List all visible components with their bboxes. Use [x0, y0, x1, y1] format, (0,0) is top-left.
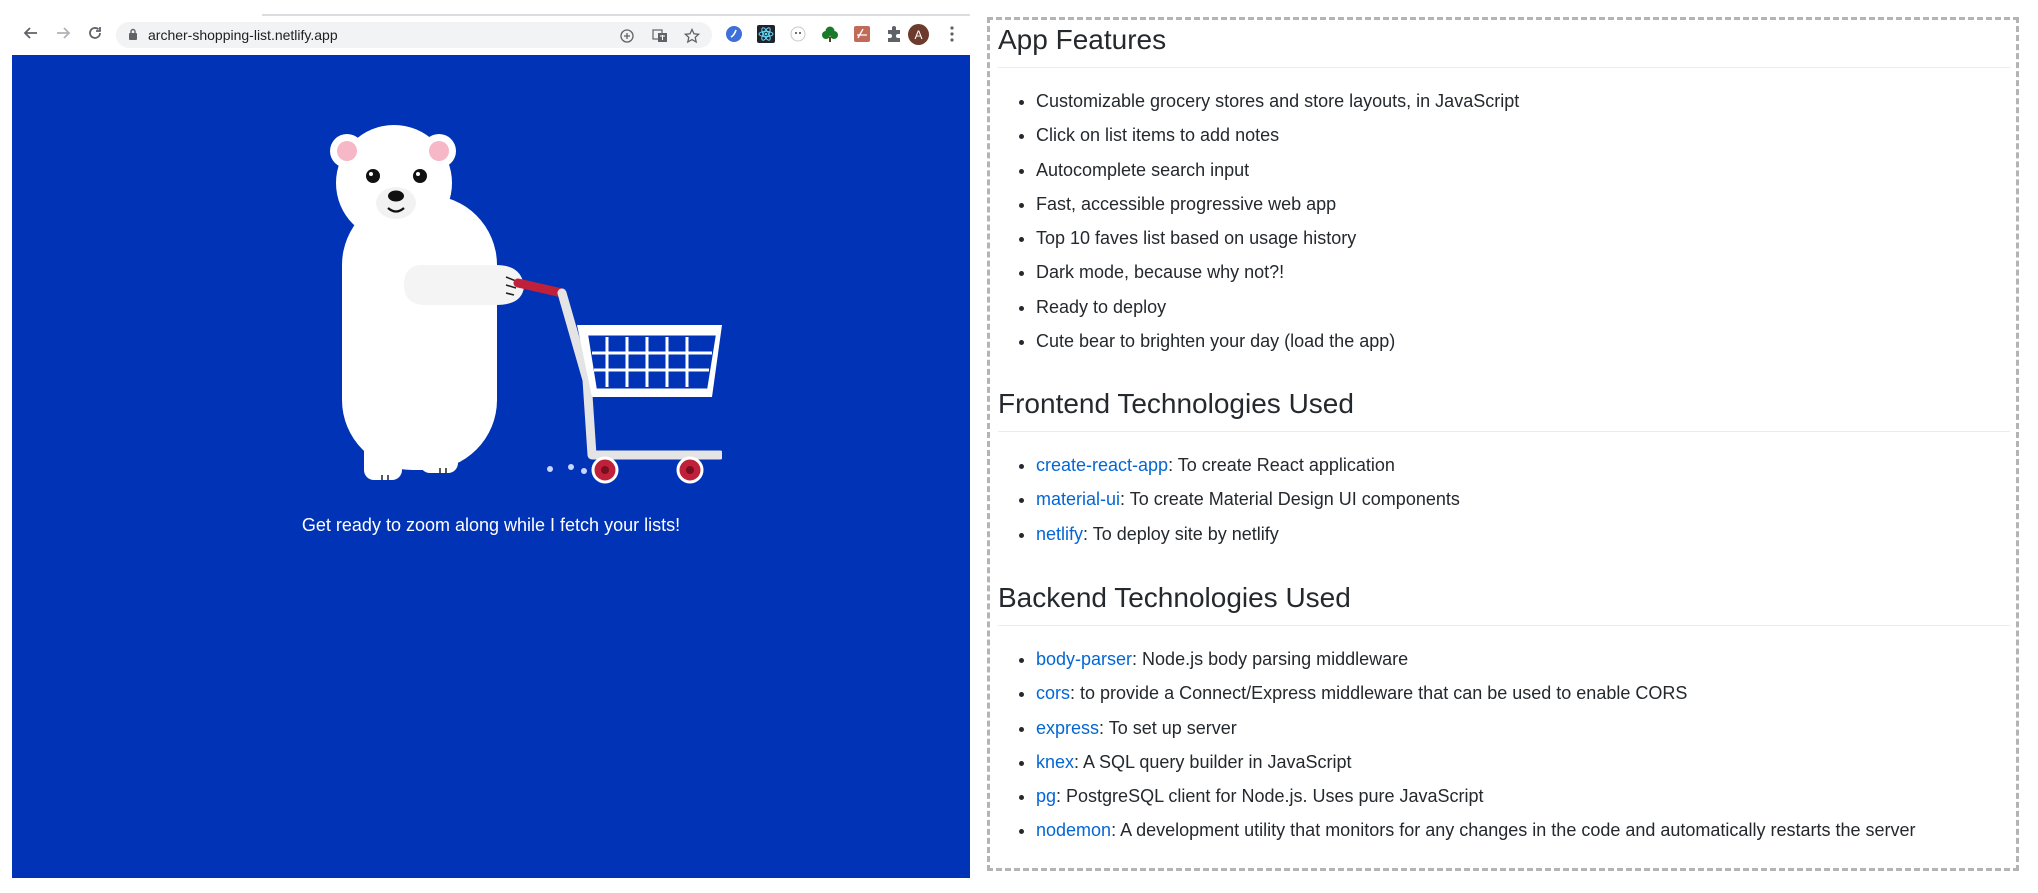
list-item: Click on list items to add notes	[1036, 118, 2010, 152]
item-description: : To create React application	[1168, 455, 1395, 475]
lock-icon[interactable]	[128, 28, 138, 46]
list-item: knex: A SQL query builder in JavaScript	[1036, 745, 2010, 779]
backend-section: Backend Technologies Used body-parser: N…	[998, 580, 2010, 848]
link-nodemon[interactable]: nodemon	[1036, 820, 1111, 840]
star-icon[interactable]	[683, 27, 701, 45]
item-description: : PostgreSQL client for Node.js. Uses pu…	[1056, 786, 1484, 807]
puzzle-icon[interactable]	[884, 24, 904, 44]
list-item: nodemon: A development utility that moni…	[1036, 813, 2010, 847]
profile-avatar[interactable]: A	[908, 24, 929, 45]
backend-list: body-parser: Node.js body parsing middle…	[998, 642, 2010, 848]
item-description: : A development utility that monitors fo…	[1111, 820, 1916, 841]
translate-icon[interactable]	[651, 27, 669, 45]
back-arrow-icon[interactable]	[18, 20, 44, 46]
toolbar-divider	[262, 14, 970, 16]
list-item: cors: to provide a Connect/Express middl…	[1036, 676, 2010, 710]
item-description: : To create Material Design UI component…	[1120, 489, 1460, 510]
app-loading-screen: Get ready to zoom along while I fetch yo…	[12, 55, 970, 878]
forward-arrow-icon[interactable]	[50, 20, 76, 46]
list-item: Fast, accessible progressive web app	[1036, 187, 2010, 221]
tree-icon[interactable]	[820, 24, 840, 44]
item-description: : to provide a Connect/Express middlewar…	[1070, 683, 1688, 704]
polar-bear-cart-illustration	[330, 125, 722, 484]
browser-window: archer-shopping-list.netlify.app A Get r…	[12, 14, 970, 878]
list-item: create-react-app: To create React applic…	[1036, 448, 2010, 482]
extension-white-icon[interactable]	[788, 24, 808, 44]
item-description: : Node.js body parsing middleware	[1132, 649, 1409, 669]
item-description: : To deploy site by netlify	[1083, 523, 1279, 544]
item-description: : To set up server	[1099, 717, 1237, 738]
bear-ear-right	[429, 141, 449, 161]
list-item: pg: PostgreSQL client for Node.js. Uses …	[1036, 779, 2010, 813]
list-item: Dark mode, because why not?!	[1036, 255, 2010, 289]
link-create-react-app[interactable]: create-react-app	[1036, 455, 1168, 475]
list-item: netlify: To deploy site by netlify	[1036, 517, 2010, 551]
reload-icon[interactable]	[82, 20, 108, 46]
link-material-ui[interactable]: material-ui	[1036, 489, 1120, 509]
frontend-heading: Frontend Technologies Used	[998, 386, 2010, 432]
backend-heading: Backend Technologies Used	[998, 580, 2010, 626]
pdf-icon[interactable]	[852, 24, 872, 44]
list-item: material-ui: To create Material Design U…	[1036, 482, 2010, 516]
browser-menu-icon[interactable]	[944, 24, 960, 44]
loading-message: Get ready to zoom along while I fetch yo…	[301, 515, 681, 535]
extension-blue-icon[interactable]	[724, 24, 744, 44]
link-express[interactable]: express	[1036, 718, 1099, 738]
url-text[interactable]: archer-shopping-list.netlify.app	[148, 27, 338, 43]
bear-nose	[388, 190, 404, 202]
features-list: Customizable grocery stores and store la…	[998, 84, 2010, 358]
bear-eye-left	[366, 169, 380, 183]
link-netlify[interactable]: netlify	[1036, 524, 1083, 544]
react-devtools-icon[interactable]	[756, 24, 776, 44]
link-cors[interactable]: cors	[1036, 683, 1070, 703]
bear-eye-right	[413, 169, 427, 183]
bear-ear-left	[337, 141, 357, 161]
list-item: Customizable grocery stores and store la…	[1036, 84, 2010, 118]
browser-toolbar: archer-shopping-list.netlify.app A	[12, 14, 970, 54]
readme-panel: App Features Customizable grocery stores…	[987, 17, 2019, 871]
link-pg[interactable]: pg	[1036, 786, 1056, 806]
list-item: Top 10 faves list based on usage history	[1036, 221, 2010, 255]
list-item: body-parser: Node.js body parsing middle…	[1036, 642, 2010, 676]
address-bar[interactable]: archer-shopping-list.netlify.app	[116, 22, 712, 48]
item-description: : A SQL query builder in JavaScript	[1074, 751, 1352, 772]
list-item: Ready to deploy	[1036, 290, 2010, 324]
link-knex[interactable]: knex	[1036, 752, 1074, 772]
link-body-parser[interactable]: body-parser	[1036, 649, 1132, 669]
add-icon[interactable]	[618, 27, 636, 45]
list-item: Cute bear to brighten your day (load the…	[1036, 324, 2010, 358]
features-section: App Features Customizable grocery stores…	[998, 22, 2010, 358]
list-item: express: To set up server	[1036, 711, 2010, 745]
bear-body	[342, 195, 497, 470]
frontend-list: create-react-app: To create React applic…	[998, 448, 2010, 551]
list-item: Autocomplete search input	[1036, 153, 2010, 187]
cart-handle	[513, 278, 567, 298]
frontend-section: Frontend Technologies Used create-react-…	[998, 386, 2010, 551]
features-heading: App Features	[998, 22, 2010, 68]
